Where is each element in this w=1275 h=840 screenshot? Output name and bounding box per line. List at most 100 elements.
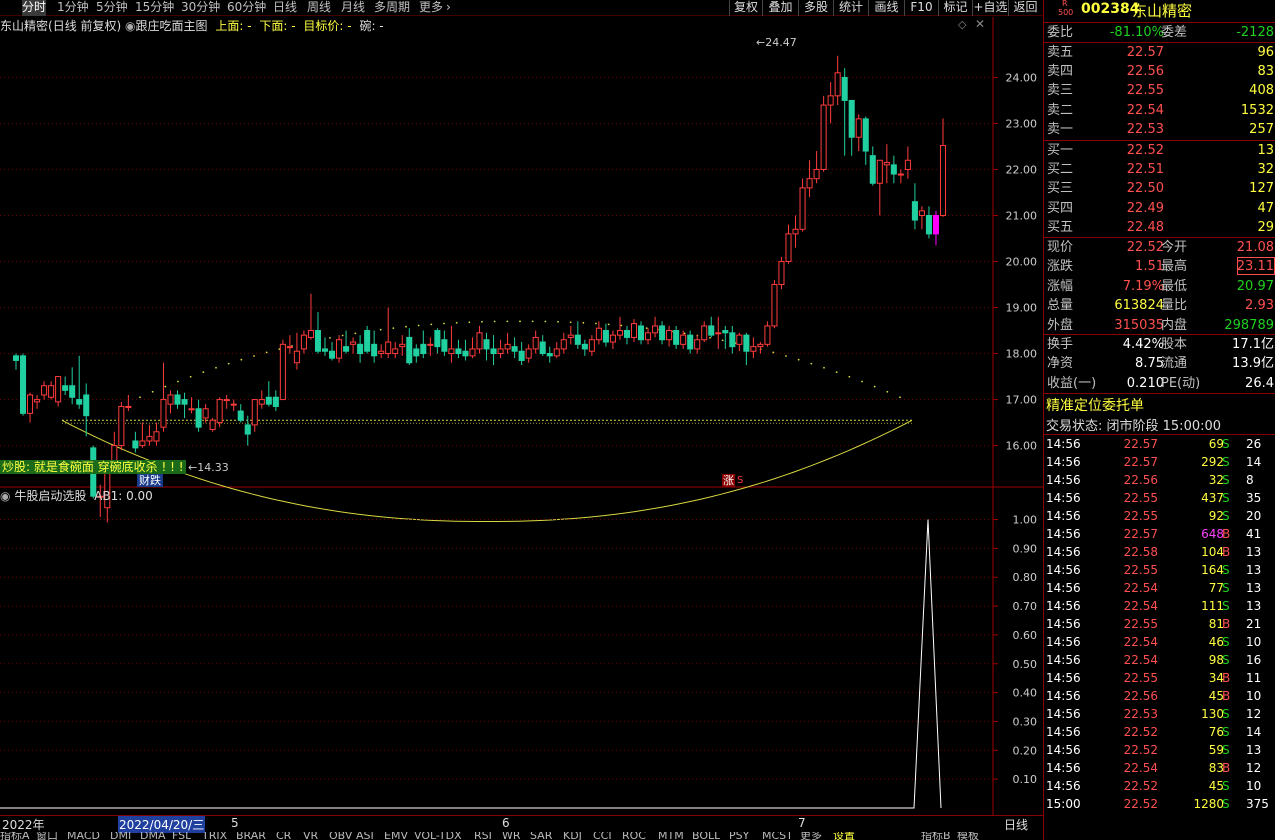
stat2-row: 换手 4.42% 股本 17.1亿 bbox=[1044, 335, 1275, 354]
indicator-tab-18[interactable]: CCI bbox=[593, 832, 612, 840]
bowl-arc-dot bbox=[620, 324, 623, 327]
indicator-tab-17[interactable]: KDJ bbox=[563, 832, 582, 840]
candle-body bbox=[609, 334, 616, 343]
indicator-tab-13[interactable]: VOL-TDX bbox=[414, 832, 462, 840]
sub-indicator-name[interactable]: 牛股启动选股 bbox=[14, 489, 86, 503]
candle-body bbox=[862, 118, 869, 152]
candle-body bbox=[918, 210, 925, 216]
indicator-tab-6[interactable]: TRIX bbox=[202, 832, 227, 840]
candle-body bbox=[455, 348, 462, 355]
indicator-tab-21[interactable]: BOLL bbox=[692, 832, 720, 840]
tick-row: 14:56 22.54 111 S 13 bbox=[1044, 597, 1275, 615]
candle-body bbox=[722, 330, 729, 334]
indicator-tab-11[interactable]: ASI bbox=[356, 832, 374, 840]
indicator-tab-2[interactable]: MACD bbox=[67, 832, 100, 840]
indicator-tab-12[interactable]: EMV bbox=[384, 832, 408, 840]
tick-row: 14:56 22.54 83 B 12 bbox=[1044, 759, 1275, 777]
tick-count: 13 bbox=[1246, 581, 1262, 595]
stat-label: 量比 bbox=[1161, 298, 1188, 314]
stat2-label: 股本 bbox=[1161, 337, 1188, 352]
rise-marker[interactable]: 涨 bbox=[722, 474, 735, 487]
order-section-title[interactable]: 精准定位委托单 bbox=[1046, 395, 1144, 415]
indicator-tab-3[interactable]: DMI bbox=[110, 832, 131, 840]
tick-direction: B bbox=[1222, 761, 1231, 775]
stat-row: 总量 613824 量比 2.93 bbox=[1044, 296, 1275, 315]
tick-row: 14:56 22.57 69 S 26 bbox=[1044, 435, 1275, 453]
indicator-tab-16[interactable]: SAR bbox=[530, 832, 552, 840]
bowl-arc-dot bbox=[240, 358, 243, 361]
indicator-tab-8[interactable]: CR bbox=[276, 832, 291, 840]
tick-price: 22.54 bbox=[1123, 761, 1158, 775]
candle-body bbox=[286, 346, 293, 349]
indicator-tab-25[interactable]: 设置 bbox=[833, 832, 855, 840]
bid-row: 买三 22.50 127 bbox=[1044, 179, 1275, 198]
bowl-arc-dot bbox=[455, 321, 458, 324]
month-label-5: 5 bbox=[231, 816, 239, 830]
candle-body bbox=[258, 399, 265, 405]
stat2-label: PE(动) bbox=[1161, 375, 1201, 391]
stat-label: 涨跌 bbox=[1047, 259, 1074, 275]
indicator-tab-24[interactable]: 更多 bbox=[800, 832, 822, 840]
ask-row: 卖三 22.55 408 bbox=[1044, 81, 1275, 100]
tick-direction: S bbox=[1222, 563, 1230, 577]
sub-indicator-menu-icon[interactable]: ◉ bbox=[0, 489, 10, 503]
stat-value: 22.52 bbox=[1126, 240, 1164, 255]
tick-row: 14:56 22.52 76 S 14 bbox=[1044, 723, 1275, 741]
indicator-tab-7[interactable]: BRAR bbox=[236, 832, 266, 840]
chart-canvas[interactable]: 24.00 23.00 22.00 21.00 20.00 19.00 18.00 17.00… bbox=[0, 0, 1043, 840]
indicator-tab-23[interactable]: MCST bbox=[762, 832, 793, 840]
tick-count: 12 bbox=[1246, 761, 1262, 775]
candle-body bbox=[729, 332, 736, 348]
candle-body bbox=[272, 396, 279, 407]
bowl-arc-dot bbox=[215, 366, 217, 369]
ask-label: 卖五 bbox=[1047, 45, 1074, 60]
tick-direction: S bbox=[1222, 635, 1230, 649]
candle-body bbox=[27, 394, 34, 414]
tick-direction: S bbox=[1222, 653, 1230, 667]
indicator-tab-9[interactable]: VR bbox=[303, 832, 318, 840]
stat2-value: 13.9亿 bbox=[1232, 356, 1274, 372]
tick-count: 41 bbox=[1246, 527, 1262, 541]
indicator-tab-14[interactable]: RSI bbox=[474, 832, 492, 840]
tick-price: 22.52 bbox=[1123, 779, 1158, 793]
candle-body bbox=[771, 284, 778, 327]
indicator-tab-5[interactable]: FSL bbox=[172, 832, 191, 840]
indicator-tab-26[interactable]: 指标B bbox=[921, 832, 951, 840]
ask-label: 卖一 bbox=[1047, 121, 1074, 137]
indicator-tab-4[interactable]: DMA bbox=[140, 832, 166, 840]
candle-body bbox=[939, 145, 947, 216]
candle-body bbox=[181, 399, 188, 405]
sub-tick-label: 0.20 bbox=[1013, 744, 1038, 757]
tick-price: 22.57 bbox=[1123, 527, 1158, 541]
finance-drop-marker[interactable]: 财跌 bbox=[137, 474, 163, 487]
candle-body bbox=[160, 399, 167, 428]
indicator-tab-15[interactable]: WR bbox=[502, 832, 521, 840]
indicator-tab-1[interactable]: 窗口 bbox=[36, 832, 58, 840]
indicator-tab-20[interactable]: MTM bbox=[658, 832, 684, 840]
bowl-arc-dot bbox=[899, 396, 901, 399]
period-mode-label[interactable]: 日线 bbox=[1004, 816, 1028, 833]
indicator-tab-19[interactable]: ROC bbox=[622, 832, 646, 840]
indicator-tab-27[interactable]: 模板 bbox=[957, 832, 979, 840]
candle-body bbox=[911, 201, 918, 221]
candle-body bbox=[19, 355, 27, 414]
stat2-label: 收益(一) bbox=[1047, 375, 1097, 391]
bowl-arc-dot bbox=[430, 323, 433, 326]
tick-time: 14:56 bbox=[1046, 581, 1081, 595]
tick-time: 14:56 bbox=[1046, 653, 1081, 667]
indicator-tab-0[interactable]: 指标A bbox=[0, 832, 30, 840]
bowl-arc-dot bbox=[569, 321, 572, 324]
stat-label: 最高 bbox=[1161, 259, 1188, 275]
indicator-tab-10[interactable]: OBV bbox=[329, 832, 352, 840]
ab1-line bbox=[0, 519, 942, 809]
tick-volume: 111 bbox=[1201, 599, 1224, 613]
candle-body bbox=[328, 350, 336, 359]
bowl-arc-dot bbox=[341, 334, 344, 337]
stat-label: 外盘 bbox=[1047, 317, 1074, 333]
indicator-tab-22[interactable]: PSY bbox=[729, 832, 749, 840]
candle-body bbox=[12, 355, 20, 361]
bowl-arc-dot bbox=[253, 355, 255, 357]
min-price-label: ←14.33 bbox=[188, 461, 229, 474]
year-label: 2022年 bbox=[2, 818, 45, 832]
candle-body bbox=[504, 343, 511, 350]
